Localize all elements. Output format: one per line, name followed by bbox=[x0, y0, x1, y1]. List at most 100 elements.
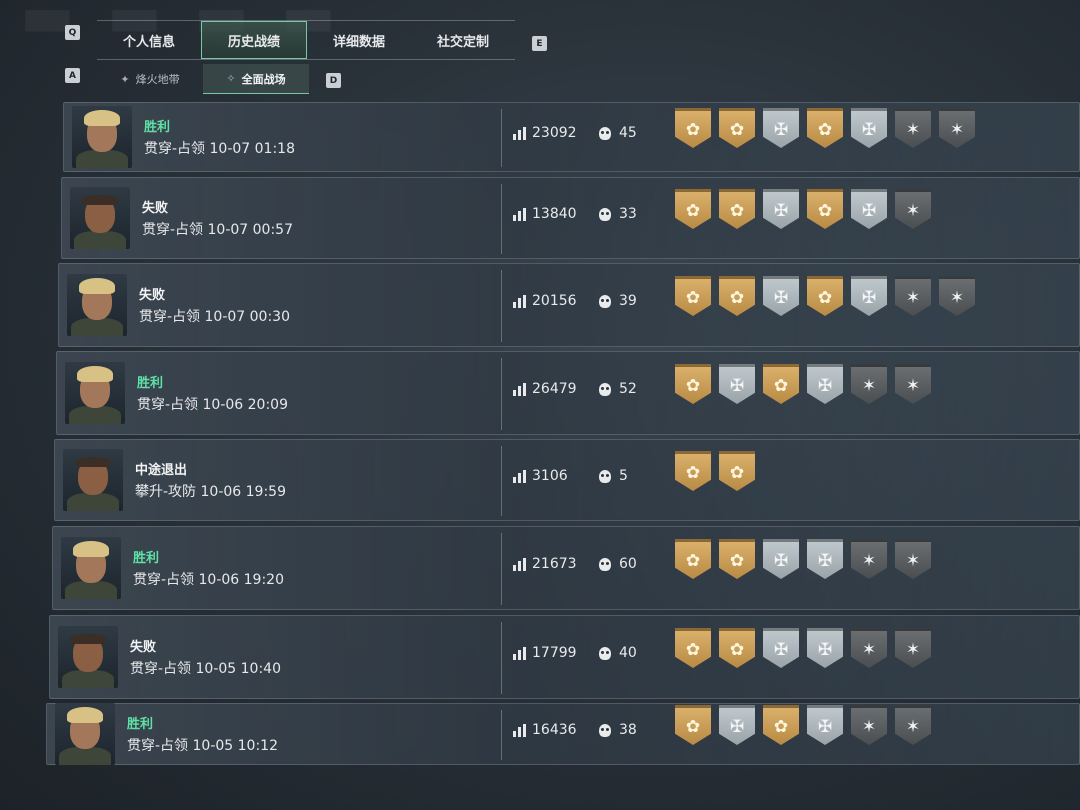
score-value: 26479 bbox=[532, 381, 577, 397]
kills-value: 39 bbox=[619, 293, 637, 309]
dark-medal-icon[interactable]: ✶ bbox=[895, 189, 931, 229]
dark-medal-icon[interactable]: ✶ bbox=[895, 628, 931, 668]
operator-avatar bbox=[61, 537, 121, 599]
match-mode-time: 贯穿-占领 10-06 19:20 bbox=[133, 572, 284, 588]
operator-avatar bbox=[63, 449, 123, 511]
gold-medal-icon[interactable]: ✿ bbox=[675, 108, 711, 148]
match-score: 3106 bbox=[513, 468, 568, 484]
score-value: 16436 bbox=[532, 722, 577, 738]
dark-medal-icon[interactable]: ✶ bbox=[939, 276, 975, 316]
dark-medal-icon[interactable]: ✶ bbox=[851, 539, 887, 579]
gold-medal-icon[interactable]: ✿ bbox=[675, 364, 711, 404]
match-kills: 52 bbox=[599, 381, 637, 397]
kills-value: 38 bbox=[619, 722, 637, 738]
gold-medal-icon[interactable]: ✿ bbox=[719, 108, 755, 148]
match-result: 中途退出 bbox=[135, 463, 188, 478]
match-row[interactable]: 失败 贯穿-占领 10-07 00:30 20156 39 ✿ ✿ ✠ ✿ ✠ ✶ ✶ bbox=[58, 263, 1080, 347]
match-kills: 60 bbox=[599, 556, 637, 572]
silver-medal-icon[interactable]: ✠ bbox=[807, 705, 843, 745]
match-kills: 39 bbox=[599, 293, 637, 309]
dark-medal-icon[interactable]: ✶ bbox=[939, 108, 975, 148]
match-result: 胜利 bbox=[137, 376, 164, 391]
kills-value: 5 bbox=[619, 468, 628, 484]
silver-medal-icon[interactable]: ✠ bbox=[851, 276, 887, 316]
match-row[interactable]: 失败 贯穿-占领 10-07 00:57 13840 33 ✿ ✿ ✠ ✿ ✠ ✶ bbox=[61, 177, 1080, 259]
operator-avatar bbox=[72, 106, 132, 168]
match-score: 16436 bbox=[513, 722, 577, 738]
silver-medal-icon[interactable]: ✠ bbox=[763, 108, 799, 148]
dark-medal-icon[interactable]: ✶ bbox=[851, 705, 887, 745]
silver-medal-icon[interactable]: ✠ bbox=[807, 539, 843, 579]
score-bars-icon bbox=[513, 294, 526, 308]
match-row[interactable]: 胜利 贯穿-占领 10-07 01:18 23092 45 ✿ ✿ ✠ ✿ ✠ ✶ ✶ bbox=[63, 102, 1080, 172]
skull-icon bbox=[599, 207, 611, 221]
match-mode-time: 贯穿-占领 10-07 00:57 bbox=[142, 222, 293, 238]
score-value: 13840 bbox=[532, 206, 577, 222]
gold-medal-icon[interactable]: ✿ bbox=[807, 189, 843, 229]
gold-medal-icon[interactable]: ✿ bbox=[807, 108, 843, 148]
gold-medal-icon[interactable]: ✿ bbox=[675, 628, 711, 668]
gold-medal-icon[interactable]: ✿ bbox=[807, 276, 843, 316]
score-value: 3106 bbox=[532, 468, 568, 484]
gold-medal-icon[interactable]: ✿ bbox=[719, 628, 755, 668]
silver-medal-icon[interactable]: ✠ bbox=[763, 189, 799, 229]
silver-medal-icon[interactable]: ✠ bbox=[807, 364, 843, 404]
gold-medal-icon[interactable]: ✿ bbox=[675, 705, 711, 745]
gold-medal-icon[interactable]: ✿ bbox=[763, 364, 799, 404]
row-divider bbox=[501, 184, 502, 254]
row-divider bbox=[501, 533, 502, 605]
dark-medal-icon[interactable]: ✶ bbox=[895, 364, 931, 404]
silver-medal-icon[interactable]: ✠ bbox=[851, 108, 887, 148]
gold-medal-icon[interactable]: ✿ bbox=[719, 539, 755, 579]
match-kills: 33 bbox=[599, 206, 637, 222]
match-row[interactable]: 胜利 贯穿-占领 10-06 19:20 21673 60 ✿ ✿ ✠ ✠ ✶ ✶ bbox=[52, 526, 1080, 610]
row-divider bbox=[501, 622, 502, 694]
match-row[interactable]: 中途退出 攀升-攻防 10-06 19:59 3106 5 ✿ ✿ bbox=[54, 439, 1080, 521]
match-kills: 38 bbox=[599, 722, 637, 738]
skull-icon bbox=[599, 723, 611, 737]
kills-value: 45 bbox=[619, 125, 637, 141]
match-score: 26479 bbox=[513, 381, 577, 397]
match-result: 失败 bbox=[139, 288, 166, 303]
kills-value: 60 bbox=[619, 556, 637, 572]
score-bars-icon bbox=[513, 469, 526, 483]
silver-medal-icon[interactable]: ✠ bbox=[851, 189, 887, 229]
operator-avatar bbox=[65, 362, 125, 424]
dark-medal-icon[interactable]: ✶ bbox=[895, 108, 931, 148]
match-score: 20156 bbox=[513, 293, 577, 309]
gold-medal-icon[interactable]: ✿ bbox=[763, 705, 799, 745]
operator-avatar bbox=[58, 626, 118, 688]
medal-list: ✿ ✠ ✿ ✠ ✶ ✶ bbox=[675, 705, 931, 745]
dark-medal-icon[interactable]: ✶ bbox=[851, 364, 887, 404]
score-value: 21673 bbox=[532, 556, 577, 572]
gold-medal-icon[interactable]: ✿ bbox=[675, 276, 711, 316]
dark-medal-icon[interactable]: ✶ bbox=[895, 705, 931, 745]
match-row[interactable]: 胜利 贯穿-占领 10-06 20:09 26479 52 ✿ ✠ ✿ ✠ ✶ ✶ bbox=[56, 351, 1080, 435]
silver-medal-icon[interactable]: ✠ bbox=[763, 628, 799, 668]
gold-medal-icon[interactable]: ✿ bbox=[675, 189, 711, 229]
dark-medal-icon[interactable]: ✶ bbox=[851, 628, 887, 668]
match-row[interactable]: 失败 贯穿-占领 10-05 10:40 17799 40 ✿ ✿ ✠ ✠ ✶ ✶ bbox=[49, 615, 1080, 699]
gold-medal-icon[interactable]: ✿ bbox=[719, 451, 755, 491]
match-row[interactable]: 胜利 贯穿-占领 10-05 10:12 16436 38 ✿ ✠ ✿ ✠ ✶ ✶ bbox=[46, 703, 1080, 765]
skull-icon bbox=[599, 646, 611, 660]
silver-medal-icon[interactable]: ✠ bbox=[719, 705, 755, 745]
silver-medal-icon[interactable]: ✠ bbox=[807, 628, 843, 668]
gold-medal-icon[interactable]: ✿ bbox=[719, 276, 755, 316]
gold-medal-icon[interactable]: ✿ bbox=[675, 451, 711, 491]
medal-list: ✿ ✿ ✠ ✿ ✠ ✶ ✶ bbox=[675, 276, 975, 316]
silver-medal-icon[interactable]: ✠ bbox=[719, 364, 755, 404]
match-kills: 45 bbox=[599, 125, 637, 141]
skull-icon bbox=[599, 126, 611, 140]
match-result: 胜利 bbox=[144, 120, 171, 135]
skull-icon bbox=[599, 294, 611, 308]
medal-list: ✿ ✿ ✠ ✿ ✠ ✶ ✶ bbox=[675, 108, 975, 148]
match-score: 13840 bbox=[513, 206, 577, 222]
silver-medal-icon[interactable]: ✠ bbox=[763, 539, 799, 579]
gold-medal-icon[interactable]: ✿ bbox=[675, 539, 711, 579]
dark-medal-icon[interactable]: ✶ bbox=[895, 276, 931, 316]
row-divider bbox=[501, 358, 502, 430]
dark-medal-icon[interactable]: ✶ bbox=[895, 539, 931, 579]
silver-medal-icon[interactable]: ✠ bbox=[763, 276, 799, 316]
gold-medal-icon[interactable]: ✿ bbox=[719, 189, 755, 229]
